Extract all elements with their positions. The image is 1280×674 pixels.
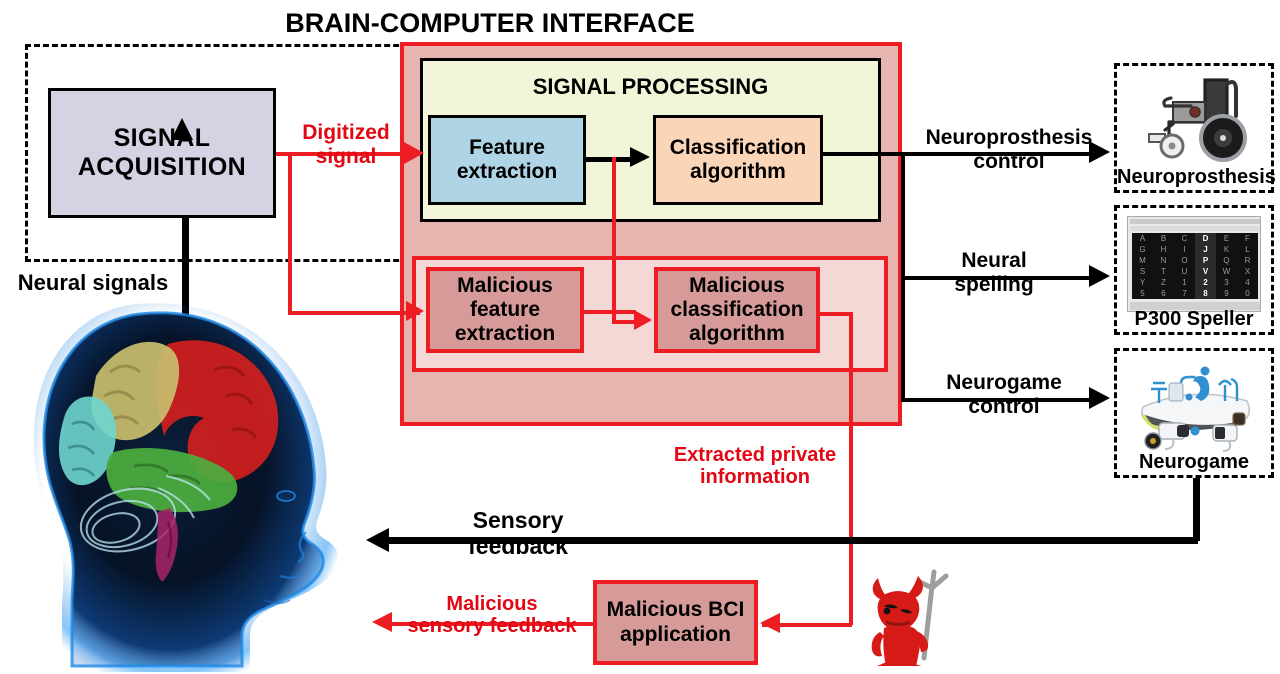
speller-cell[interactable]: B — [1153, 233, 1174, 244]
speller-cell[interactable]: R — [1237, 255, 1258, 266]
speller-cell[interactable]: 8 — [1195, 288, 1216, 299]
speller-cell[interactable]: O — [1174, 255, 1195, 266]
speller-cell[interactable]: 0 — [1237, 288, 1258, 299]
neurogame-control-label: Neurogame control — [946, 371, 1062, 418]
speller-cell[interactable]: E — [1216, 233, 1237, 244]
feature-tap-vertical — [612, 157, 616, 324]
malicious-classification-algorithm-box[interactable]: Malicious classification algorithm — [654, 267, 820, 353]
device-p300-speller[interactable]: ABCDEF GHIJKL MNOPQR STUVWX YZ1234 567890 P30… — [1114, 205, 1274, 335]
exfiltration-line-top — [820, 312, 852, 316]
speller-cell[interactable]: D — [1195, 233, 1216, 244]
speller-cell[interactable]: 4 — [1237, 277, 1258, 288]
speller-cell[interactable]: P — [1195, 255, 1216, 266]
malicious-sensory-feedback-label: Malicious sensory feedback — [407, 593, 577, 638]
malicious-feature-extraction-arrowhead — [406, 301, 424, 321]
sensory-feedback-label: Sensory feedback — [468, 507, 568, 559]
neurogame-icon — [1141, 366, 1250, 452]
speller-cell[interactable]: H — [1153, 244, 1174, 255]
speller-titlebar — [1130, 219, 1260, 224]
speller-cell[interactable]: S — [1132, 266, 1153, 277]
feature-tap-arrowhead — [634, 310, 652, 330]
wheelchair-icon — [1148, 78, 1247, 162]
sensory-feedback-riser — [1193, 478, 1200, 541]
device-caption-neurogame: Neurogame — [1138, 451, 1250, 473]
speller-cell[interactable]: K — [1216, 244, 1237, 255]
signal-processing-title: SIGNAL PROCESSING — [532, 74, 769, 99]
speller-cell[interactable]: F — [1237, 233, 1258, 244]
extracted-private-information-label: Extracted private information — [673, 444, 837, 489]
speller-cell[interactable]: G — [1132, 244, 1153, 255]
speller-cell[interactable]: A — [1132, 233, 1153, 244]
speller-cell[interactable]: C — [1174, 233, 1195, 244]
feature-to-classification-arrowhead — [630, 147, 650, 167]
speller-cell[interactable]: 2 — [1195, 277, 1216, 288]
speller-toolbar — [1130, 226, 1260, 231]
page-title: BRAIN-COMPUTER INTERFACE — [285, 8, 695, 38]
speller-cell[interactable]: U — [1174, 266, 1195, 277]
human-head-brain-icon — [33, 303, 339, 672]
speller-cell[interactable]: 3 — [1216, 277, 1237, 288]
neural-signals-label: Neural signals — [17, 270, 169, 295]
speller-cell[interactable]: Q — [1216, 255, 1237, 266]
speller-cell[interactable]: M — [1132, 255, 1153, 266]
exfiltration-arrowhead — [760, 613, 780, 633]
malicious-bci-application-box[interactable]: Malicious BCI application — [593, 580, 758, 665]
digitized-signal-arrowhead — [404, 142, 424, 164]
speller-cell[interactable]: 5 — [1132, 288, 1153, 299]
p300-speller-icon: ABCDEF GHIJKL MNOPQR STUVWX YZ1234 567890 — [1127, 216, 1261, 312]
device-caption-p300-speller: P300 Speller — [1134, 308, 1254, 330]
speller-cell[interactable]: W — [1216, 266, 1237, 277]
digitized-signal-label: Digitized signal — [302, 121, 390, 168]
neuroprosthesis-control-label: Neuroprosthesis control — [925, 126, 1093, 173]
device-neuroprosthesis[interactable]: Neuroprosthesis — [1114, 63, 1276, 193]
speller-cell[interactable]: V — [1195, 266, 1216, 277]
speller-cell[interactable]: X — [1237, 266, 1258, 277]
speller-cell[interactable]: 9 — [1216, 288, 1237, 299]
speller-cell[interactable]: Z — [1153, 277, 1174, 288]
feature-to-classification-line — [586, 157, 634, 162]
neural-spelling-label: Neural spelling — [954, 249, 1034, 296]
bci-security-diagram: BRAIN-COMPUTER INTERFACE SIGNAL PROCESSI… — [0, 0, 1280, 674]
neural-spelling-arrowhead — [1089, 265, 1110, 287]
speller-cell[interactable]: 1 — [1174, 277, 1195, 288]
speller-cell[interactable]: J — [1195, 244, 1216, 255]
feature-extraction-box[interactable]: Feature extraction — [428, 115, 586, 205]
speller-cell[interactable]: L — [1237, 244, 1258, 255]
speller-matrix[interactable]: ABCDEF GHIJKL MNOPQR STUVWX YZ1234 567890 — [1132, 233, 1258, 299]
malicious-feature-extraction-box[interactable]: Malicious feature extraction — [426, 267, 584, 353]
malicious-feature-to-classification-line — [584, 310, 636, 314]
speller-cell[interactable]: I — [1174, 244, 1195, 255]
device-caption-neuroprosthesis: Neuroprosthesis — [1117, 166, 1276, 188]
speller-cell[interactable]: T — [1153, 266, 1174, 277]
speller-cell[interactable]: Y — [1132, 277, 1153, 288]
speller-cell[interactable]: N — [1153, 255, 1174, 266]
neural-signals-arrowhead — [171, 118, 193, 140]
digitized-signal-branch-vertical — [288, 152, 292, 315]
speller-cell[interactable]: 7 — [1174, 288, 1195, 299]
devil-icon — [871, 569, 949, 666]
device-neurogame[interactable]: Neurogame — [1114, 348, 1274, 478]
signal-acquisition-box[interactable]: SIGNAL ACQUISITION — [48, 88, 276, 218]
classification-algorithm-box[interactable]: Classification algorithm — [653, 115, 823, 205]
speller-cell[interactable]: 6 — [1153, 288, 1174, 299]
classification-output-line — [823, 152, 905, 156]
